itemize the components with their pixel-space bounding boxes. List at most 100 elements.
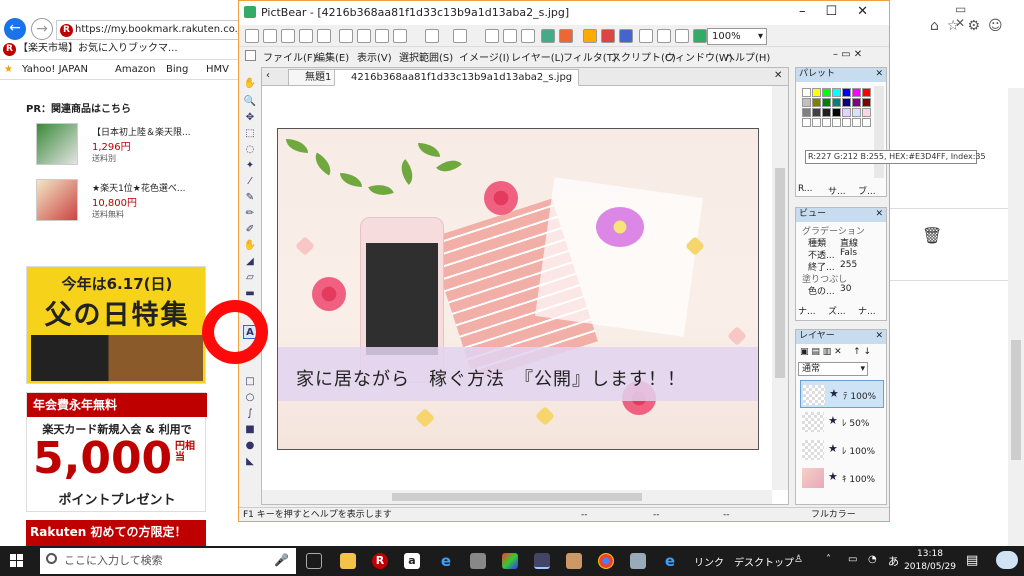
browser-toolbar-icons[interactable]: ⌂☆⚙☺ (930, 18, 1011, 34)
fathers-day-banner[interactable]: 今年は6.17(日) 父の日特集 (26, 266, 206, 384)
zoom-in-icon[interactable] (485, 29, 499, 43)
palette-swatch[interactable] (812, 98, 821, 107)
layers-icon[interactable] (619, 29, 633, 43)
palette-swatch[interactable] (842, 108, 851, 117)
edge-icon[interactable]: e (438, 553, 454, 569)
palette-swatch[interactable] (862, 118, 871, 127)
airbrush-icon[interactable]: ✐ (243, 223, 257, 237)
palette-swatch[interactable] (822, 118, 831, 127)
hand-tool-icon[interactable]: ✋ (243, 77, 257, 91)
paste-icon[interactable] (375, 29, 389, 43)
palette-swatch[interactable] (842, 118, 851, 127)
rectangle-tool-icon[interactable]: □ (243, 375, 257, 389)
freeform-tool-icon[interactable]: ∫ (243, 407, 257, 421)
rakuten-taskbar-icon[interactable]: R (372, 553, 388, 569)
internet-explorer-icon[interactable]: e (662, 553, 678, 569)
layer-item[interactable]: ★ ﾚ 100% (800, 436, 884, 464)
mdi-controls[interactable]: – ▭ ✕ (833, 49, 862, 60)
save-icon[interactable] (281, 29, 295, 43)
menu-selection[interactable]: 選択範囲(S) (399, 49, 453, 64)
app-icon-2[interactable] (566, 553, 582, 569)
palette-swatch[interactable] (802, 98, 811, 107)
favorite-hmv[interactable]: HMV (206, 60, 229, 80)
view-tab-2[interactable]: ズ... (828, 304, 846, 317)
zoom-out-icon[interactable] (503, 29, 517, 43)
browser-scrollbar[interactable] (1008, 88, 1024, 546)
zoom-tool-icon[interactable]: 🔍 (243, 95, 257, 109)
product-item[interactable]: ★楽天1位★花色選べ... 10,800円 送料無料 (26, 179, 206, 231)
browser-tab[interactable]: R 【楽天市場】お気に入りブックマ... (0, 40, 240, 60)
ellipse-tool-icon[interactable]: ○ (243, 391, 257, 405)
image-canvas[interactable]: 家に居ながら 稼ぐ方法 『公開』します！！ (277, 128, 759, 450)
cut-icon[interactable] (339, 29, 353, 43)
file-explorer-icon[interactable] (340, 553, 356, 569)
window-controls[interactable]: –☐✕ (799, 4, 888, 19)
palette-swatch[interactable] (862, 98, 871, 107)
brush-tool-icon[interactable]: ✎ (243, 191, 257, 205)
layer-item[interactable]: ★ ﾚ 50% (800, 408, 884, 436)
palette-swatch[interactable] (852, 88, 861, 97)
view-row-value[interactable]: Fals (840, 248, 857, 258)
taskbar-search-input[interactable]: ここに入力して検索 (40, 548, 296, 574)
bucket-icon[interactable]: ◢ (243, 255, 257, 269)
pictbear-titlebar[interactable]: PictBear - [4216b368aa81f1d33c13b9a1d13a… (239, 1, 889, 25)
product-image[interactable] (36, 123, 78, 165)
window-tile-icon[interactable] (639, 29, 653, 43)
zoom-select[interactable]: 100% ▾ (707, 28, 767, 45)
home-icon[interactable]: ⌂ (930, 18, 947, 34)
app-icon[interactable] (470, 553, 486, 569)
palette-swatch[interactable] (842, 98, 851, 107)
people-icon[interactable]: ♙ (794, 554, 803, 565)
palette-swatch[interactable] (842, 88, 851, 97)
image-view-icon[interactable] (541, 29, 555, 43)
palette-swatch[interactable] (822, 108, 831, 117)
favorites-star-icon[interactable]: ☆ (947, 18, 968, 34)
palette-tab-bu[interactable]: ブ... (858, 184, 876, 197)
favorite-amazon[interactable]: Amazon (115, 60, 155, 80)
view-row-value[interactable]: 30 (840, 284, 851, 294)
new-file-icon[interactable] (245, 29, 259, 43)
zoom-fit-icon[interactable] (521, 29, 535, 43)
gradient-icon[interactable]: ▬ (243, 287, 257, 301)
menu-edit[interactable]: 編集(E) (315, 49, 349, 64)
filled-rect-icon[interactable]: ■ (243, 423, 257, 437)
palette-swatch[interactable] (812, 118, 821, 127)
palette-tab-r[interactable]: R... (798, 184, 813, 194)
doc-menu-icon[interactable] (245, 50, 256, 61)
palette-view-icon[interactable] (693, 29, 707, 43)
color-wheel-icon[interactable] (601, 29, 615, 43)
tab-image-file[interactable]: 4216b368aa81f1d33c13b9a1d13aba2_s.jpg (334, 69, 580, 86)
rect-select-icon[interactable]: ⬚ (243, 127, 257, 141)
palette-swatch[interactable] (802, 108, 811, 117)
view-row-value[interactable]: 255 (840, 260, 857, 270)
menu-image[interactable]: イメージ(I) (459, 49, 510, 64)
layer-tool-icons[interactable]: ▣ ▤ ▥ ✕ ↑ ↓ (800, 347, 871, 357)
canvas-horizontal-thumb[interactable] (392, 493, 642, 501)
palette-swatch[interactable] (862, 108, 871, 117)
panel-close-icon[interactable]: ✕ (875, 208, 883, 221)
network-icon[interactable]: ▭ (848, 554, 857, 565)
image-view2-icon[interactable] (559, 29, 573, 43)
rakuten-card-banner[interactable]: 年会費永年無料 楽天カード新規入会 & 利用で 5,000 円相当 ポイントプレ… (26, 392, 207, 512)
palette-swatch[interactable] (812, 108, 821, 117)
tray-toolbar-links[interactable]: リンク デスクトップ (694, 554, 794, 569)
eyedropper-icon[interactable]: ⁄ (243, 175, 257, 189)
palette-swatch[interactable] (802, 88, 811, 97)
rakuten-first-time-banner[interactable]: Rakuten 初めての方限定！ (26, 520, 206, 546)
redo-icon[interactable] (453, 29, 467, 43)
palette-swatch[interactable] (852, 118, 861, 127)
chrome-icon[interactable] (598, 553, 614, 569)
layer-star-icon[interactable]: ★ (828, 470, 838, 483)
delete-icon[interactable] (393, 29, 407, 43)
menu-view[interactable]: 表示(V) (357, 49, 392, 64)
forward-button[interactable]: → (31, 18, 53, 40)
weather-icon[interactable] (996, 551, 1018, 569)
menu-layer[interactable]: レイヤー(L) (511, 49, 564, 64)
window-split-icon[interactable] (675, 29, 689, 43)
menu-filter[interactable]: フィルタ(T) (563, 49, 617, 64)
image-caption-text[interactable]: 家に居ながら 稼ぐ方法 『公開』します！！ (296, 365, 686, 391)
minimize-icon[interactable]: – (799, 4, 826, 19)
panel-close-icon[interactable]: ✕ (875, 68, 883, 81)
layer-item[interactable]: ★ ｷ 100% (800, 464, 884, 492)
move-tool-icon[interactable]: ✥ (243, 111, 257, 125)
